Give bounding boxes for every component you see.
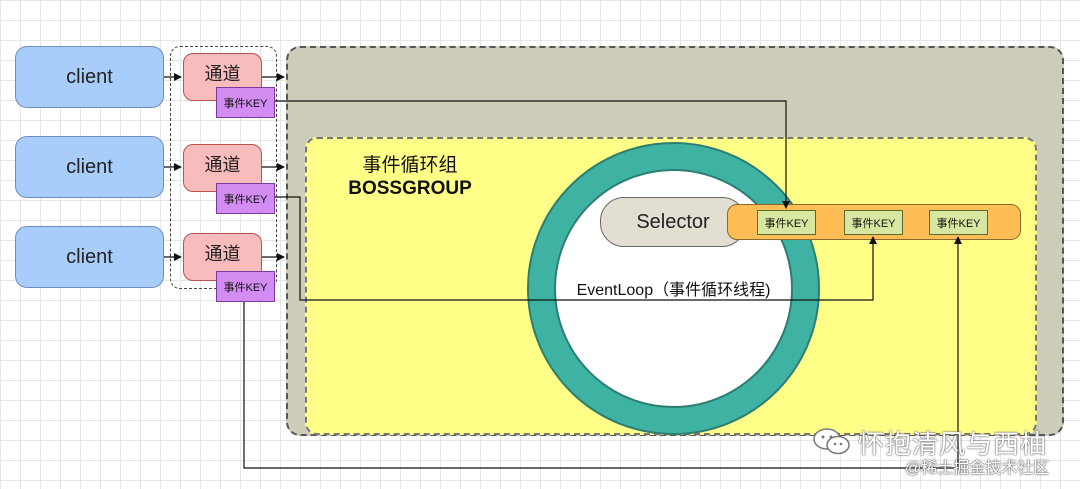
watermark-sub: @稀土掘金技术社区 — [905, 460, 1050, 477]
connector-lines — [164, 73, 962, 469]
edge-key2-selected2 — [275, 196, 877, 301]
wechat-logo-icon — [812, 426, 852, 456]
edge-key1-selected1 — [275, 100, 790, 209]
